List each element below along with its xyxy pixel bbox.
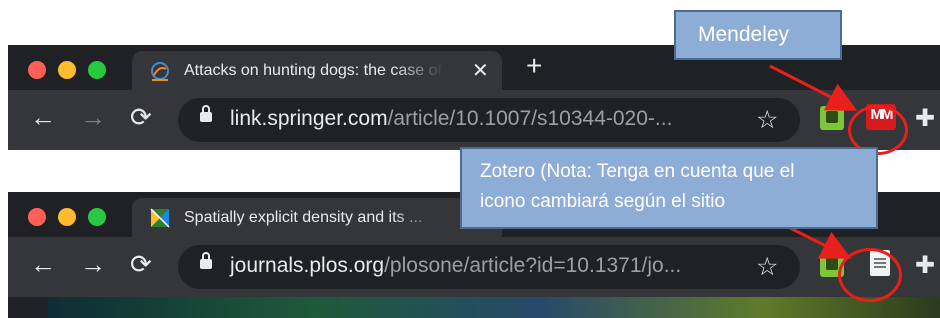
tab-title: Spatially explicit density and its ...: [184, 209, 423, 226]
forward-arrow-icon[interactable]: →: [80, 102, 106, 132]
address-bar[interactable]: link.springer.com/article/10.1007/s10344…: [178, 98, 800, 142]
new-tab-button[interactable]: +: [526, 50, 542, 82]
toolbar: ← → ⟳ journals.plos.org/plosone/article?…: [8, 237, 940, 297]
springer-icon: [151, 62, 169, 81]
bookmark-star-icon[interactable]: ☆: [756, 105, 778, 135]
tab-plos-article[interactable]: Spatially explicit density and its ... ✕: [132, 198, 502, 237]
toolbar: ← → ⟳ link.springer.com/article/10.1007/…: [8, 90, 940, 150]
url-text: link.springer.com/article/10.1007/s10344…: [230, 107, 672, 131]
tab-close-icon[interactable]: ✕: [472, 58, 489, 83]
url-host: link.springer.com: [230, 107, 388, 130]
tab-title: Attacks on hunting dogs: the case of ...: [184, 62, 444, 79]
plos-icon: [150, 208, 170, 228]
close-window-button[interactable]: [28, 208, 46, 226]
reload-icon[interactable]: ⟳: [130, 102, 152, 132]
url-path: /article/10.1007/s10344-020-...: [387, 107, 673, 130]
lock-icon[interactable]: [200, 252, 212, 269]
address-bar[interactable]: journals.plos.org/plosone/article?id=10.…: [178, 245, 800, 289]
puzzle-icon[interactable]: ✚: [915, 251, 935, 280]
lock-icon[interactable]: [200, 105, 212, 122]
zotero-callout-line-1: Zotero (Nota: Tenga en cuenta que el: [480, 161, 795, 182]
minimize-window-button[interactable]: [58, 61, 76, 79]
green-extension-icon[interactable]: [820, 106, 844, 130]
zotero-callout: Zotero (Nota: Tenga en cuenta que el ico…: [460, 147, 878, 229]
zotero-highlight-ring: [838, 248, 902, 302]
browser-window-springer: Attacks on hunting dogs: the case of ...…: [8, 45, 940, 150]
url-path: /plosone/article?id=10.1371/jo...: [384, 254, 682, 277]
maximize-window-button[interactable]: [88, 61, 106, 79]
mendeley-callout: Mendeley: [674, 10, 842, 60]
bookmark-star-icon[interactable]: ☆: [756, 252, 778, 282]
page-content-image: [48, 297, 940, 318]
back-arrow-icon[interactable]: ←: [30, 102, 56, 132]
mendeley-callout-text: Mendeley: [698, 23, 790, 46]
zotero-callout-line-2: icono cambiará según el sitio: [480, 191, 726, 212]
url-host: journals.plos.org: [230, 254, 385, 277]
tab-springer-article[interactable]: Attacks on hunting dogs: the case of ...…: [132, 51, 502, 90]
maximize-window-button[interactable]: [88, 208, 106, 226]
puzzle-icon[interactable]: ✚: [915, 104, 935, 133]
reload-icon[interactable]: ⟳: [130, 249, 152, 279]
close-window-button[interactable]: [28, 61, 46, 79]
minimize-window-button[interactable]: [58, 208, 76, 226]
back-arrow-icon[interactable]: ←: [30, 249, 56, 279]
url-text: journals.plos.org/plosone/article?id=10.…: [230, 254, 681, 278]
forward-arrow-icon[interactable]: →: [80, 249, 106, 279]
